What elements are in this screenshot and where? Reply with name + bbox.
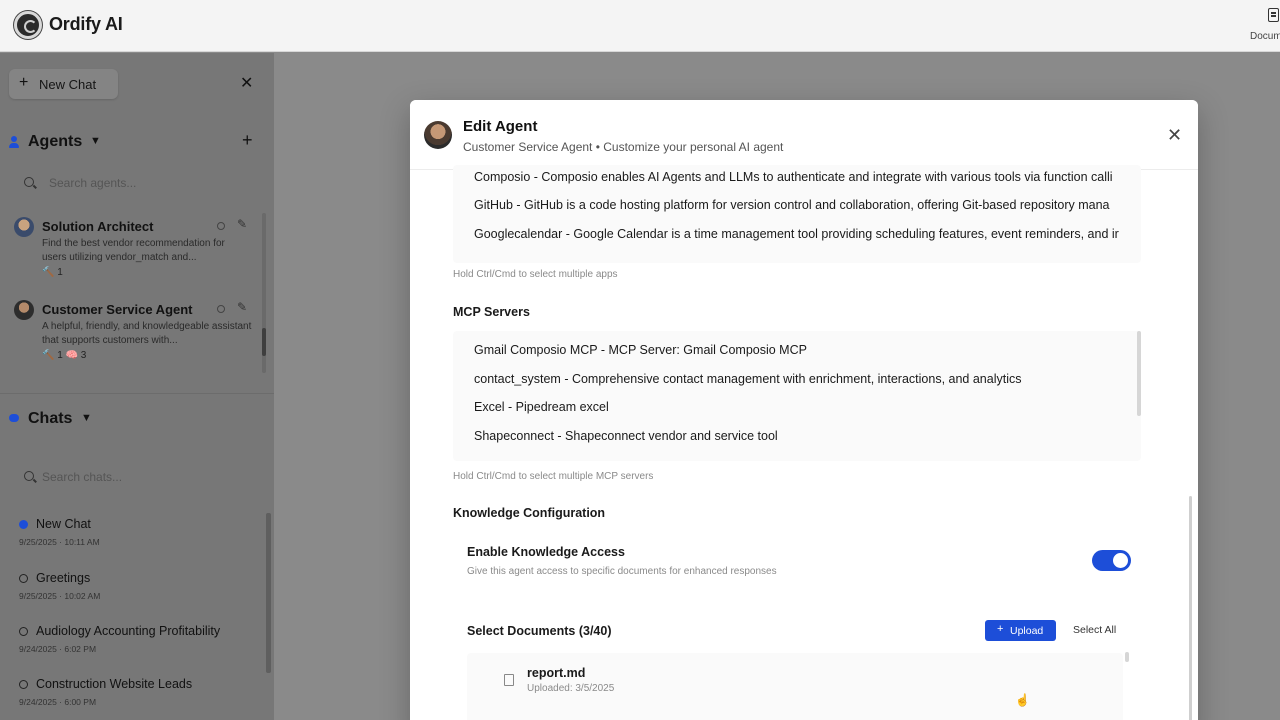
new-chat-label: New Chat [39,77,97,92]
modal-title: Edit Agent [463,118,538,135]
agent-name: Solution Architect [42,219,154,234]
divider [0,393,274,394]
app-title: Ordify AI [49,14,123,34]
app-option[interactable]: GitHub - GitHub is a code hosting platfo… [474,198,1110,212]
upload-button[interactable]: + Upload [985,620,1056,641]
chats-title: Chats [28,410,73,427]
new-chat-button[interactable]: + New Chat [9,69,118,99]
plus-icon: + [19,74,29,91]
chat-title: New Chat [36,517,91,531]
agents-scrollbar[interactable] [262,213,266,373]
agent-description: Find the best vendor recommendation for … [42,238,225,263]
chat-title: Construction Website Leads [36,677,193,691]
chat-date: 9/24/2025 · 6:02 PM [19,644,97,654]
chat-title: Audiology Accounting Profitability [36,624,221,638]
select-documents-title: Select Documents (3/40) [467,624,612,638]
chevron-down-icon: ▼ [81,412,92,424]
mcp-server-option[interactable]: Excel - Pipedream excel [474,400,609,414]
settings-icon[interactable] [217,222,225,230]
chat-status-dot [19,520,28,529]
agent-avatar [424,121,452,149]
chat-item[interactable]: Audiology Accounting Profitability 9/24/… [19,622,259,662]
modal-subtitle: Customer Service Agent • Customize your … [463,140,784,154]
upload-label: Upload [1010,625,1044,637]
edit-icon[interactable]: ✎ [237,217,247,231]
file-icon [504,674,514,686]
close-modal-icon[interactable]: ✕ [1167,125,1182,146]
agent-avatar [14,300,34,320]
document-name[interactable]: report.md [527,666,585,680]
document-icon [1268,8,1279,22]
chat-date: 9/24/2025 · 6:00 PM [19,697,97,707]
modal-header: Edit Agent Customer Service Agent • Cust… [410,100,1198,170]
agent-meta: 🔨 1 🧠 3 [42,350,87,361]
chat-status-dot [19,627,28,636]
agents-title: Agents [28,133,83,150]
agent-description: A helpful, friendly, and knowledgeable a… [42,321,252,346]
enable-knowledge-desc: Give this agent access to specific docum… [467,566,777,577]
select-all-button[interactable]: Select All [1073,624,1116,636]
documents-link[interactable]: Docum [1250,8,1280,46]
agents-section-header[interactable]: Agents ▼ [8,131,258,155]
apps-select-list[interactable]: Composio - Composio enables AI Agents an… [453,165,1141,263]
modal-scrollbar[interactable] [1189,496,1192,720]
chat-date: 9/25/2025 · 10:11 AM [19,537,100,547]
mcp-list-scrollbar[interactable] [1137,331,1141,416]
knowledge-config-label: Knowledge Configuration [453,506,606,520]
modal-body: Composio - Composio enables AI Agents an… [410,165,1198,720]
chats-scrollbar[interactable] [266,513,271,673]
chevron-down-icon: ▼ [90,135,101,147]
mouse-cursor-icon [1015,693,1030,707]
mcp-server-option[interactable]: Gmail Composio MCP - MCP Server: Gmail C… [474,343,807,357]
agent-name: Customer Service Agent [42,302,193,317]
search-agents-placeholder: Search agents... [49,176,137,190]
chat-title: Greetings [36,571,91,585]
search-chats-input[interactable]: Search chats... [16,465,256,491]
documents-scrollbar[interactable] [1125,652,1129,662]
ordify-logo-icon[interactable] [14,11,42,39]
search-chats-placeholder: Search chats... [42,470,123,484]
document-upload-date: Uploaded: 3/5/2025 [527,683,615,694]
search-icon [24,177,34,187]
sidebar: + New Chat ✕ Agents ▼ + Search agents...… [0,53,274,720]
apps-hint: Hold Ctrl/Cmd to select multiple apps [453,269,618,280]
chat-bubble-icon [8,413,20,425]
close-sidebar-icon[interactable]: ✕ [240,73,253,93]
app-option[interactable]: Composio - Composio enables AI Agents an… [474,170,1113,184]
knowledge-access-toggle[interactable] [1092,550,1131,571]
chat-date: 9/25/2025 · 10:02 AM [19,591,101,601]
agent-item-solution-architect[interactable]: Solution Architect Find the best vendor … [12,216,260,286]
add-agent-button[interactable]: + [242,130,253,151]
edit-agent-modal: Edit Agent Customer Service Agent • Cust… [410,100,1198,720]
chat-status-dot [19,574,28,583]
upload-icon: + [997,623,1004,635]
app-option[interactable]: Googlecalendar - Google Calendar is a ti… [474,227,1119,241]
search-icon [24,471,34,481]
mcp-server-option[interactable]: contact_system - Comprehensive contact m… [474,372,1022,386]
agent-meta: 🔨 1 [42,267,63,278]
mcp-servers-select-list[interactable]: Gmail Composio MCP - MCP Server: Gmail C… [453,331,1141,461]
chat-item[interactable]: New Chat 9/25/2025 · 10:11 AM [19,515,259,555]
chat-status-dot [19,680,28,689]
user-icon [8,136,20,148]
agent-avatar [14,217,34,237]
enable-knowledge-title: Enable Knowledge Access [467,545,625,559]
chat-item[interactable]: Greetings 9/25/2025 · 10:02 AM [19,569,259,609]
documents-link-label: Docum [1250,31,1280,42]
settings-icon[interactable] [217,305,225,313]
edit-icon[interactable]: ✎ [237,300,247,314]
documents-list: report.md Uploaded: 3/5/2025 [467,653,1123,720]
mcp-server-option[interactable]: Shapeconnect - Shapeconnect vendor and s… [474,429,778,443]
mcp-servers-label: MCP Servers [453,305,530,319]
chat-item[interactable]: Construction Website Leads 9/24/2025 · 6… [19,675,259,715]
mcp-hint: Hold Ctrl/Cmd to select multiple MCP ser… [453,471,654,482]
top-bar: Ordify AI Docum [0,0,1280,52]
search-agents-input[interactable]: Search agents... [16,171,256,197]
chats-section-header[interactable]: Chats ▼ [8,408,258,432]
agent-item-customer-service-agent[interactable]: Customer Service Agent A helpful, friend… [12,299,260,369]
